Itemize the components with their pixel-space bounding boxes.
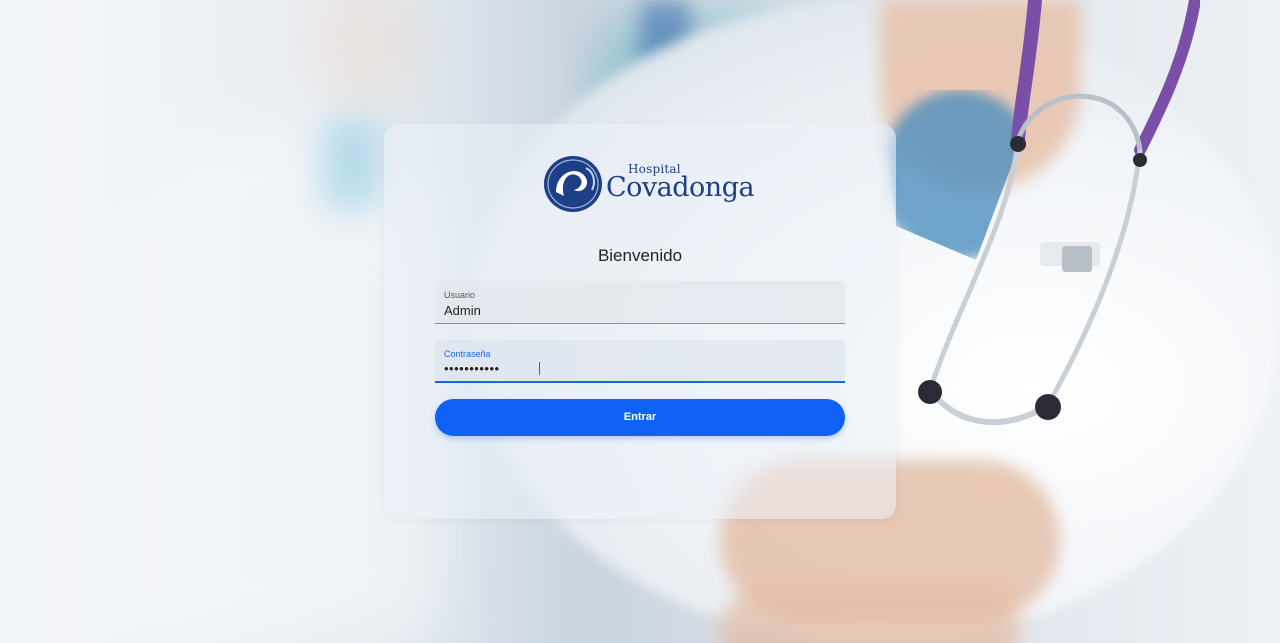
- hospital-logo: Hospital Covadonga: [542, 150, 755, 220]
- logo-text-covadonga: Covadonga: [606, 172, 755, 203]
- username-input[interactable]: [444, 301, 834, 319]
- username-label: Usuario: [444, 290, 476, 300]
- logo-swirl-icon: [544, 156, 602, 212]
- password-field[interactable]: Contraseña •••••••••••: [435, 340, 845, 383]
- username-field[interactable]: Usuario: [435, 281, 845, 324]
- login-card: Hospital Covadonga Bienvenido Usuario Co…: [384, 124, 896, 519]
- text-caret: [539, 362, 540, 375]
- password-label: Contraseña: [444, 349, 491, 359]
- login-button[interactable]: Entrar: [435, 399, 845, 436]
- stethoscope-image: [918, 0, 1200, 426]
- password-input[interactable]: •••••••••••: [444, 361, 834, 379]
- welcome-title: Bienvenido: [597, 246, 683, 265]
